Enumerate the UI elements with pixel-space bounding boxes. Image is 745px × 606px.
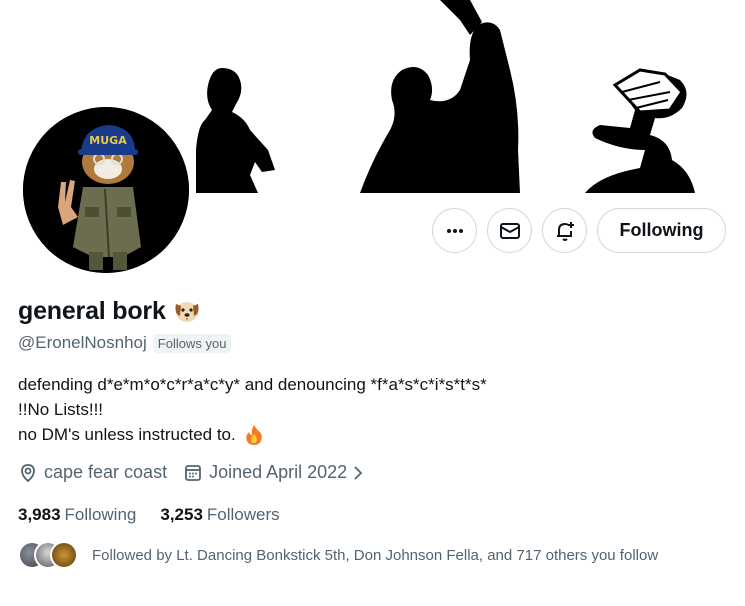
- followed-by-text: Followed by Lt. Dancing Bonkstick 5th, D…: [92, 546, 659, 564]
- followed-by[interactable]: Followed by Lt. Dancing Bonkstick 5th, D…: [18, 541, 658, 569]
- message-button[interactable]: [487, 208, 532, 253]
- avatar-cap-text: MUGA: [89, 134, 127, 147]
- chevron-right-icon: [354, 465, 363, 480]
- joined-text: Joined April 2022: [209, 462, 348, 482]
- following-count: 3,983: [18, 505, 61, 524]
- notify-button[interactable]: [542, 208, 587, 253]
- following-button[interactable]: Following: [597, 208, 726, 253]
- avatar-illustration: MUGA: [23, 107, 189, 273]
- joined-date[interactable]: Joined April 2022: [183, 462, 371, 483]
- calendar-icon: [185, 464, 201, 481]
- follows-you-badge: Follows you: [152, 333, 232, 353]
- profile-avatar[interactable]: MUGA: [20, 104, 192, 276]
- followers-stat-link[interactable]: 3,253 Followers: [160, 505, 279, 525]
- location: cape fear coast: [18, 462, 167, 483]
- following-label: Following: [64, 505, 137, 524]
- bio-line-with-emoji: no DM's unless instructed to.: [18, 422, 487, 447]
- followers-label: Followers: [206, 505, 280, 524]
- more-button[interactable]: [432, 208, 477, 253]
- bio-line: !!No Lists!!!: [18, 400, 104, 419]
- handle-row: @EronelNosnhoj Follows you: [18, 333, 232, 353]
- profile-meta: cape fear coast Joined April 2022: [18, 462, 387, 483]
- bio: defending d*e*m*o*c*r*a*c*y* and denounc…: [18, 372, 487, 447]
- avatar: [50, 541, 78, 569]
- follow-stats: 3,983 Following 3,253 Followers: [18, 505, 304, 525]
- bell-plus-icon: [556, 221, 574, 241]
- bio-line: defending d*e*m*o*c*r*a*c*y* and denounc…: [18, 375, 487, 394]
- followers-count: 3,253: [160, 505, 203, 524]
- dog-face-emoji-icon: [172, 296, 202, 326]
- fire-emoji-icon: [242, 423, 266, 447]
- display-name: general bork: [18, 296, 166, 325]
- location-pin-icon: [21, 463, 35, 482]
- handle: @EronelNosnhoj: [18, 333, 147, 352]
- more-icon: [446, 228, 463, 233]
- avatar-image: MUGA: [23, 107, 189, 273]
- bio-line: no DM's unless instructed to.: [18, 425, 236, 444]
- followed-by-avatars: [18, 541, 78, 569]
- following-stat-link[interactable]: 3,983 Following: [18, 505, 136, 525]
- location-text: cape fear coast: [44, 462, 168, 482]
- name-row: general bork: [18, 296, 202, 326]
- mail-icon: [499, 222, 520, 239]
